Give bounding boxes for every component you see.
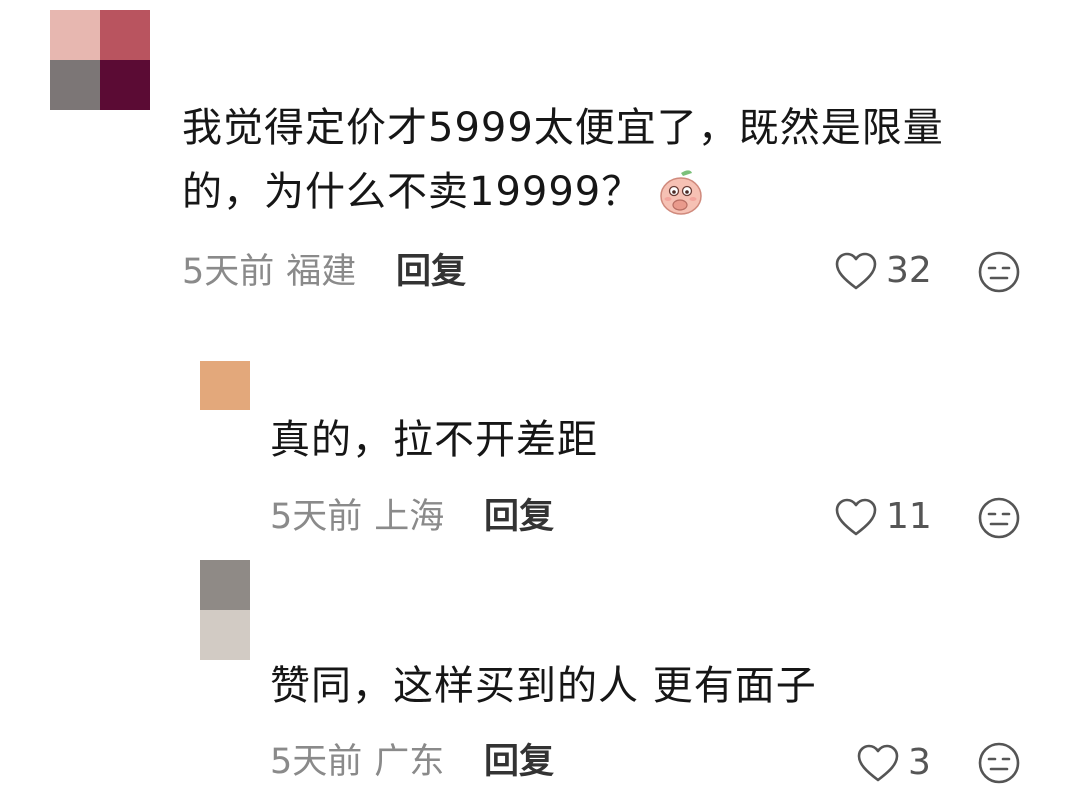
peach-face-emoji-icon — [656, 167, 706, 217]
like-button[interactable]: 11 — [834, 497, 932, 537]
neutral-face-icon — [977, 497, 1021, 544]
comment-text: 我觉得定价才5999太便宜了，既然是限量 的，为什么不卖19999？ — [182, 96, 944, 224]
comment-meta: 5天前 广东 — [270, 742, 444, 782]
avatar-pixel — [225, 610, 250, 660]
neutral-face-icon — [977, 251, 1021, 298]
heart-outline-icon — [834, 497, 878, 537]
like-button[interactable]: 32 — [834, 251, 932, 291]
dislike-button[interactable] — [977, 741, 1021, 789]
dislike-button[interactable] — [977, 496, 1021, 544]
comment-location: 上海 — [374, 497, 445, 537]
avatar-pixel — [50, 60, 100, 110]
avatar-pixel — [50, 10, 100, 60]
like-count: 32 — [886, 250, 932, 291]
heart-outline-icon — [834, 251, 878, 291]
heart-outline-icon — [856, 743, 900, 783]
like-count: 11 — [886, 496, 932, 537]
reply-button[interactable]: 回复 — [484, 742, 554, 782]
comment-meta: 5天前 福建 — [182, 252, 356, 292]
comment-text-line: 我觉得定价才5999太便宜了，既然是限量 — [182, 105, 944, 151]
avatar-pixel — [100, 60, 150, 110]
like-count: 3 — [908, 742, 931, 783]
avatar-pixel — [200, 560, 225, 610]
comment-location: 广东 — [374, 742, 445, 782]
comment-text: 赞同，这样买到的人 更有面子 — [270, 654, 817, 718]
comment-meta: 5天前 上海 — [270, 497, 444, 537]
comment-text-line: 赞同，这样买到的人 更有面子 — [270, 663, 817, 709]
avatar[interactable] — [200, 312, 250, 410]
avatar-pixel — [200, 312, 225, 361]
avatar-pixel — [200, 361, 225, 410]
avatar[interactable] — [50, 10, 150, 110]
reply-button[interactable]: 回复 — [396, 252, 466, 292]
comment-time: 5天前 — [270, 497, 363, 537]
comment-time: 5天前 — [182, 252, 275, 292]
reply-button[interactable]: 回复 — [484, 497, 554, 537]
avatar[interactable] — [200, 560, 250, 660]
avatar-pixel — [225, 312, 250, 361]
avatar-pixel — [225, 560, 250, 610]
avatar-pixel — [100, 10, 150, 60]
comment-text-line: 真的，拉不开差距 — [270, 417, 598, 463]
avatar-pixel — [225, 361, 250, 410]
comment-time: 5天前 — [270, 742, 363, 782]
comment-location: 福建 — [286, 252, 357, 292]
comment-text-line: 的，为什么不卖19999？ — [182, 169, 643, 215]
neutral-face-icon — [977, 742, 1021, 789]
like-button[interactable]: 3 — [856, 743, 931, 783]
avatar-pixel — [200, 610, 225, 660]
dislike-button[interactable] — [977, 250, 1021, 298]
comment-text: 真的，拉不开差距 — [270, 408, 598, 472]
